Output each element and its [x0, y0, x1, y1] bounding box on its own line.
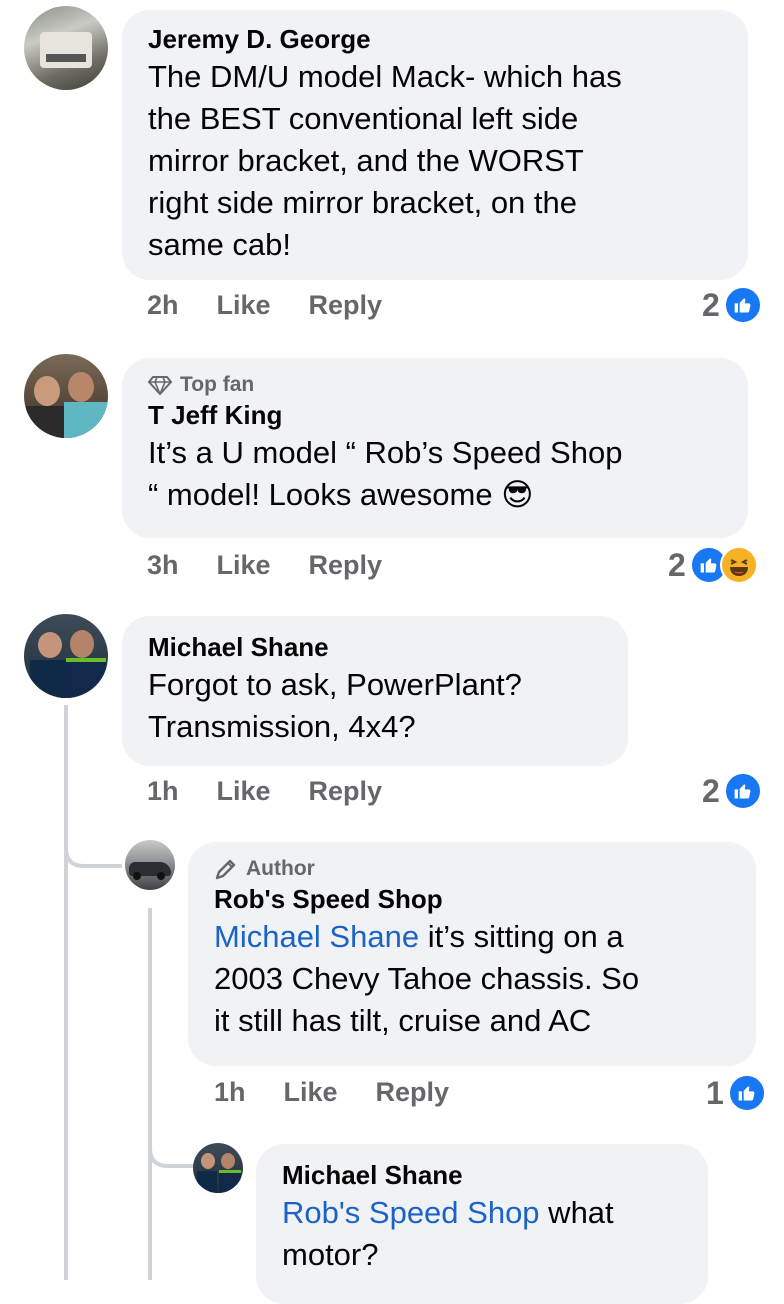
comment-text: The DM/U model Mack- which has the BEST …	[148, 59, 622, 262]
reaction-summary[interactable]: 2	[702, 772, 762, 810]
comment-time: 2h	[147, 290, 179, 320]
reply-button[interactable]: Reply	[309, 550, 383, 581]
mention-link[interactable]: Michael Shane	[214, 919, 419, 954]
avatar[interactable]	[24, 6, 108, 90]
sunglasses-emoji: 😎	[501, 477, 534, 512]
thread-connector	[148, 1120, 196, 1168]
comment-actions: 1h Like Reply	[214, 1077, 487, 1108]
comment-author[interactable]: Michael Shane	[282, 1158, 682, 1192]
reaction-summary[interactable]: 1	[706, 1074, 766, 1112]
like-icon	[723, 772, 762, 810]
pencil-icon	[215, 859, 236, 880]
thread-line	[148, 908, 152, 1280]
avatar[interactable]	[24, 614, 108, 698]
badge-label: Author	[246, 857, 315, 880]
comment-author[interactable]: Michael Shane	[148, 630, 602, 664]
reply-button[interactable]: Reply	[309, 290, 383, 321]
avatar[interactable]	[24, 354, 108, 438]
comment-actions: 3h Like Reply	[147, 550, 420, 581]
avatar[interactable]	[125, 840, 175, 890]
haha-icon	[719, 546, 758, 584]
comment-bubble: Jeremy D. George The DM/U model Mack- wh…	[122, 10, 748, 280]
badge-label: Top fan	[180, 373, 255, 396]
thread-line	[64, 705, 68, 1280]
avatar[interactable]	[193, 1143, 243, 1193]
like-button[interactable]: Like	[284, 1077, 338, 1108]
top-fan-badge: Top fan	[148, 372, 722, 398]
comment-text: It’s a U model “ Rob’s Speed Shop “ mode…	[148, 435, 623, 512]
reaction-count: 2	[702, 772, 720, 809]
thread-connector	[64, 820, 122, 868]
like-button[interactable]: Like	[217, 290, 271, 321]
comment-text: Rob's Speed Shop what motor?	[282, 1195, 614, 1272]
comment-time: 1h	[147, 776, 179, 806]
comment-author[interactable]: T Jeff King	[148, 398, 722, 432]
comment-actions: 2h Like Reply	[147, 290, 420, 321]
reaction-summary[interactable]: 2	[702, 286, 762, 324]
comment-bubble: Michael Shane Forgot to ask, PowerPlant?…	[122, 616, 628, 766]
mention-link[interactable]: Rob's Speed Shop	[282, 1195, 540, 1230]
comment-time: 1h	[214, 1077, 246, 1107]
reply-button[interactable]: Reply	[309, 776, 383, 807]
comment-actions: 1h Like Reply	[147, 776, 420, 807]
like-icon	[727, 1074, 766, 1112]
comment-author[interactable]: Jeremy D. George	[148, 22, 722, 56]
reaction-summary[interactable]: 2	[668, 546, 758, 584]
reaction-count: 2	[702, 286, 720, 323]
comment-bubble: Michael Shane Rob's Speed Shop what moto…	[256, 1144, 708, 1304]
reply-button[interactable]: Reply	[376, 1077, 450, 1108]
comment-text: Forgot to ask, PowerPlant? Transmission,…	[148, 667, 522, 744]
like-button[interactable]: Like	[217, 550, 271, 581]
comment-text: Michael Shane it’s sitting on a 2003 Che…	[214, 919, 640, 1038]
diamond-icon	[148, 376, 172, 395]
reaction-count: 1	[706, 1074, 724, 1111]
like-icon	[723, 286, 762, 324]
comment-author[interactable]: Rob's Speed Shop	[214, 882, 730, 916]
comment-bubble: Top fan T Jeff King It’s a U model “ Rob…	[122, 358, 748, 538]
author-badge: Author	[214, 856, 730, 882]
comment-time: 3h	[147, 550, 179, 580]
like-button[interactable]: Like	[217, 776, 271, 807]
comment-bubble: Author Rob's Speed Shop Michael Shane it…	[188, 842, 756, 1066]
reaction-count: 2	[668, 546, 686, 583]
